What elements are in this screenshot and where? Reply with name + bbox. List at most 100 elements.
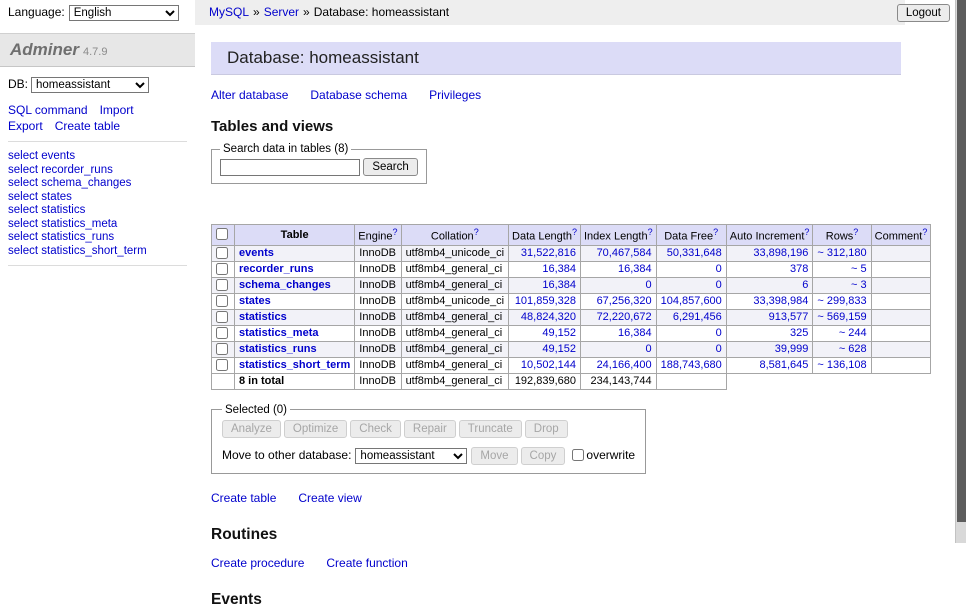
table-name-link[interactable]: statistics_short_term bbox=[239, 359, 350, 371]
table-name-link[interactable]: statistics bbox=[239, 311, 287, 323]
events-heading: Events bbox=[211, 591, 907, 609]
table-link[interactable]: schema_changes bbox=[41, 177, 131, 189]
index-length-cell: 67,256,320 bbox=[580, 293, 656, 309]
sidebar-table-item: select statistics_runs bbox=[8, 231, 187, 244]
privileges-link[interactable]: Privileges bbox=[429, 88, 481, 102]
index-length-cell: 70,467,584 bbox=[580, 245, 656, 261]
bulk-repair-button[interactable]: Repair bbox=[404, 420, 456, 438]
column-help-link[interactable]: ? bbox=[474, 227, 479, 237]
table-name-link[interactable]: states bbox=[239, 295, 271, 307]
rows-count-cell: ~ 136,108 bbox=[813, 357, 871, 373]
row-checkbox[interactable] bbox=[216, 247, 228, 259]
sidebar-table-list: select eventsselect recorder_runsselect … bbox=[8, 150, 187, 266]
select-link[interactable]: select bbox=[8, 218, 38, 230]
table-name-link[interactable]: recorder_runs bbox=[239, 263, 314, 275]
select-link[interactable]: select bbox=[8, 164, 38, 176]
row-checkbox[interactable] bbox=[216, 311, 228, 323]
select-link[interactable]: select bbox=[8, 231, 38, 243]
data-free-cell: 6,291,456 bbox=[656, 309, 726, 325]
select-link[interactable]: select bbox=[8, 245, 38, 257]
import-link[interactable]: Import bbox=[100, 103, 134, 117]
engine-cell: InnoDB bbox=[355, 341, 401, 357]
table-name-link[interactable]: statistics_runs bbox=[239, 343, 317, 355]
move-database-select[interactable]: homeassistant bbox=[355, 448, 467, 464]
table-name-cell: statistics bbox=[235, 309, 355, 325]
row-checkbox[interactable] bbox=[216, 279, 228, 291]
total-empty-cell bbox=[871, 373, 931, 389]
comment-cell bbox=[871, 277, 931, 293]
column-help-link[interactable]: ? bbox=[648, 227, 653, 237]
table-link[interactable]: statistics_short_term bbox=[41, 245, 146, 257]
index-length-cell: 0 bbox=[580, 277, 656, 293]
table-name-link[interactable]: statistics_meta bbox=[239, 327, 319, 339]
table-link[interactable]: statistics_meta bbox=[41, 218, 117, 230]
app-title: Adminer4.7.9 bbox=[0, 33, 195, 67]
select-link[interactable]: select bbox=[8, 204, 38, 216]
table-link[interactable]: statistics bbox=[41, 204, 85, 216]
table-name-link[interactable]: events bbox=[239, 247, 274, 259]
language-select[interactable]: English bbox=[69, 5, 179, 21]
sql-command-link[interactable]: SQL command bbox=[8, 103, 88, 117]
total-empty-cell bbox=[726, 373, 813, 389]
overwrite-checkbox[interactable] bbox=[572, 449, 584, 461]
scrollbar-thumb[interactable] bbox=[957, 0, 966, 522]
row-checkbox[interactable] bbox=[216, 359, 228, 371]
logout-button[interactable]: Logout bbox=[897, 4, 950, 22]
move-row: Move to other database:homeassistantMove… bbox=[222, 447, 635, 465]
column-header-label: Collation bbox=[431, 231, 474, 243]
column-header: Table bbox=[235, 225, 355, 246]
bulk-optimize-button[interactable]: Optimize bbox=[284, 420, 347, 438]
create-function-link[interactable]: Create function bbox=[326, 556, 407, 570]
rows-count-cell: ~ 244 bbox=[813, 325, 871, 341]
db-label: DB: bbox=[8, 77, 28, 91]
select-link[interactable]: select bbox=[8, 191, 38, 203]
table-name-link[interactable]: schema_changes bbox=[239, 279, 331, 291]
engine-cell: InnoDB bbox=[355, 261, 401, 277]
search-button[interactable]: Search bbox=[363, 158, 417, 176]
row-checkbox[interactable] bbox=[216, 343, 228, 355]
table-link[interactable]: statistics_runs bbox=[41, 231, 114, 243]
vertical-scrollbar[interactable] bbox=[955, 0, 966, 543]
row-check-cell bbox=[212, 309, 235, 325]
column-header-label: Table bbox=[281, 229, 309, 241]
row-checkbox[interactable] bbox=[216, 327, 228, 339]
bulk-drop-button[interactable]: Drop bbox=[525, 420, 568, 438]
table-link[interactable]: recorder_runs bbox=[41, 164, 113, 176]
alter-database-link[interactable]: Alter database bbox=[211, 88, 288, 102]
move-button[interactable]: Move bbox=[471, 447, 517, 465]
export-link[interactable]: Export bbox=[8, 119, 43, 133]
sidebar-table-item: select schema_changes bbox=[8, 177, 187, 190]
create-table-link[interactable]: Create table bbox=[55, 119, 120, 133]
table-name-cell: events bbox=[235, 245, 355, 261]
column-help-link[interactable]: ? bbox=[713, 227, 718, 237]
table-name-cell: schema_changes bbox=[235, 277, 355, 293]
column-help-link[interactable]: ? bbox=[393, 227, 398, 237]
column-help-link[interactable]: ? bbox=[922, 227, 927, 237]
column-help-link[interactable]: ? bbox=[853, 227, 858, 237]
bulk-check-button[interactable]: Check bbox=[350, 420, 401, 438]
column-help-link[interactable]: ? bbox=[804, 227, 809, 237]
select-all-checkbox[interactable] bbox=[216, 228, 228, 240]
select-link[interactable]: select bbox=[8, 177, 38, 189]
bulk-truncate-button[interactable]: Truncate bbox=[459, 420, 522, 438]
row-checkbox[interactable] bbox=[216, 295, 228, 307]
copy-button[interactable]: Copy bbox=[521, 447, 566, 465]
breadcrumb-link-server[interactable]: Server bbox=[264, 5, 299, 19]
tables-body: eventsInnoDButf8mb4_unicode_ci31,522,816… bbox=[212, 245, 931, 389]
create-procedure-link[interactable]: Create procedure bbox=[211, 556, 304, 570]
db-select[interactable]: homeassistant bbox=[31, 77, 149, 93]
select-link[interactable]: select bbox=[8, 150, 38, 162]
row-checkbox[interactable] bbox=[216, 263, 228, 275]
breadcrumb-link-mysql[interactable]: MySQL bbox=[209, 5, 249, 19]
database-schema-link[interactable]: Database schema bbox=[310, 88, 407, 102]
search-input[interactable] bbox=[220, 159, 360, 176]
table-link[interactable]: states bbox=[41, 191, 72, 203]
index-length-cell: 16,384 bbox=[580, 325, 656, 341]
create-table-link-main[interactable]: Create table bbox=[211, 491, 276, 505]
create-view-link[interactable]: Create view bbox=[298, 491, 361, 505]
column-help-link[interactable]: ? bbox=[572, 227, 577, 237]
bulk-analyze-button[interactable]: Analyze bbox=[222, 420, 281, 438]
table-link[interactable]: events bbox=[41, 150, 75, 162]
rows-count-cell: ~ 5 bbox=[813, 261, 871, 277]
comment-cell bbox=[871, 309, 931, 325]
